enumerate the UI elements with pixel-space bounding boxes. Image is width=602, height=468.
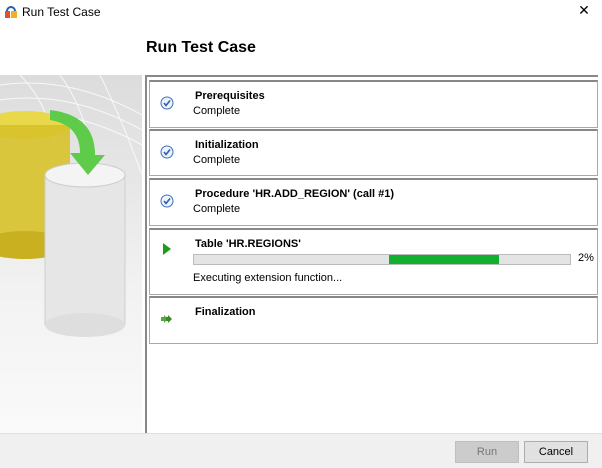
step-status: Complete xyxy=(193,105,241,117)
step-name: Prerequisites xyxy=(195,90,265,102)
check-circle-icon xyxy=(160,96,174,110)
step-name: Initialization xyxy=(195,139,259,151)
step-name: Table 'HR.REGIONS' xyxy=(195,238,301,250)
play-icon xyxy=(163,243,171,255)
cancel-button[interactable]: Cancel xyxy=(524,441,588,463)
step-name: Finalization xyxy=(195,306,256,318)
check-circle-icon xyxy=(160,194,174,208)
double-arrow-icon xyxy=(161,315,172,323)
progress-bar xyxy=(193,254,571,265)
progress-percent: 2% xyxy=(578,252,594,264)
app-icon xyxy=(5,6,17,18)
steps-list: Prerequisites Complete Initialization Co… xyxy=(145,75,598,433)
progress-fill xyxy=(389,255,499,264)
page-title: Run Test Case xyxy=(146,39,256,56)
title-bar: Run Test Case ✕ xyxy=(0,0,602,24)
step-finalization: Finalization xyxy=(149,296,598,344)
step-table: Table 'HR.REGIONS' 2% Executing extensio… xyxy=(149,228,598,295)
check-circle-icon xyxy=(160,145,174,159)
close-button[interactable]: ✕ xyxy=(574,2,594,19)
step-status: Complete xyxy=(193,203,241,215)
step-procedure: Procedure 'HR.ADD_REGION' (call #1) Comp… xyxy=(149,178,598,226)
button-bar: Run Cancel xyxy=(0,433,602,468)
step-initialization: Initialization Complete xyxy=(149,129,598,176)
window-title: Run Test Case xyxy=(22,5,101,19)
step-status: Complete xyxy=(193,154,241,166)
run-button[interactable]: Run xyxy=(455,441,519,463)
wizard-illustration xyxy=(0,74,143,433)
step-name: Procedure 'HR.ADD_REGION' (call #1) xyxy=(195,188,395,200)
step-prerequisites: Prerequisites Complete xyxy=(149,80,598,128)
step-status: Executing extension function... xyxy=(193,272,343,284)
